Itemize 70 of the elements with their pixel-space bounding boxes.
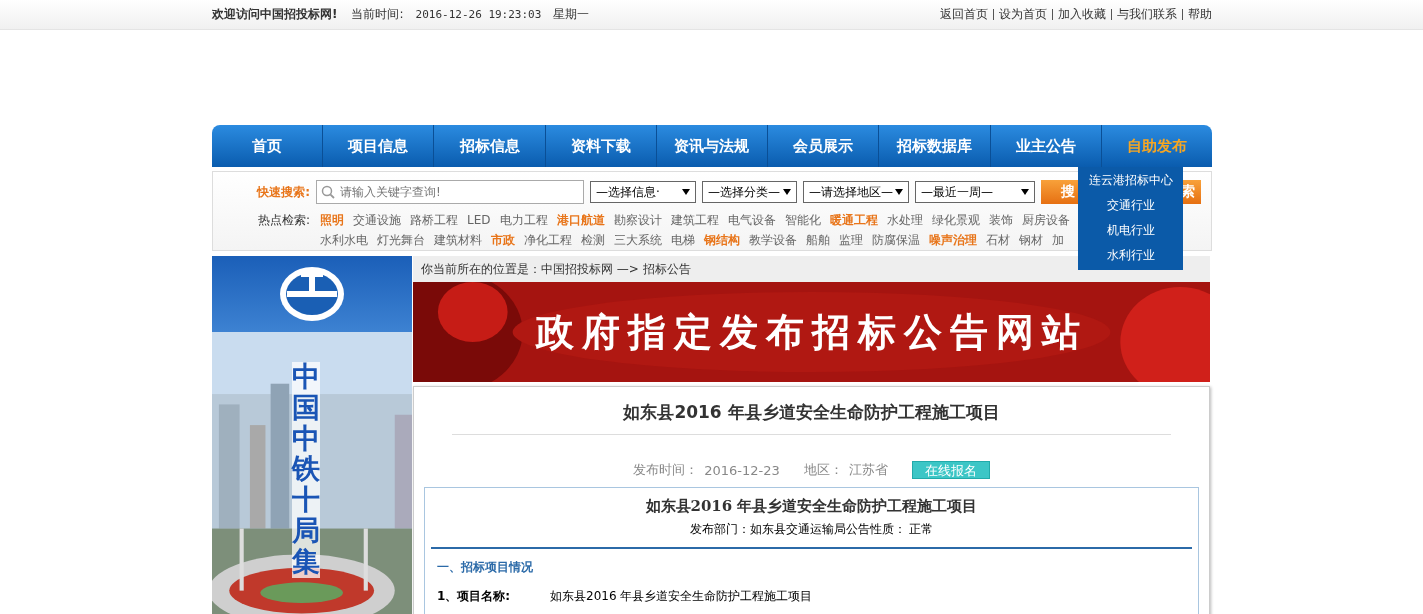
hot-keyword-link[interactable]: 净化工程 [524, 230, 572, 250]
hot-keyword-link[interactable]: 路桥工程 [410, 210, 458, 230]
nav-item[interactable]: 首页 [212, 125, 324, 167]
search-icon [321, 185, 335, 199]
hot-keyword-link[interactable]: 电梯 [671, 230, 695, 250]
weekday: 星期一 [553, 6, 590, 23]
hot-keyword-link[interactable]: 勘察设计 [613, 210, 662, 230]
nav-item[interactable]: 会员展示 [768, 125, 880, 167]
meta-value: 江苏省 [848, 461, 888, 479]
hot-keyword-link[interactable]: 绿化景观 [931, 210, 980, 230]
hot-keyword-link[interactable]: LED [467, 210, 491, 230]
hot-keyword-link[interactable]: 厨房设备 [1021, 210, 1070, 230]
meta-label: 发布时间： [633, 461, 699, 479]
hot-keyword-link[interactable]: 检测 [581, 230, 605, 250]
select-dropdown[interactable]: —选择分类— [702, 181, 797, 203]
hot-keyword-link[interactable]: 装饰 [988, 210, 1013, 230]
section-heading: 一、招标项目情况 [436, 559, 534, 576]
field-label: 1、项目名称: [437, 588, 512, 605]
time-label: 当前时间: [351, 6, 404, 23]
caret-icon [895, 189, 903, 195]
hot-keyword-link[interactable]: 水处理 [886, 210, 923, 230]
dropdown-item[interactable]: 机电行业 [1078, 218, 1183, 243]
dropdown-item[interactable]: 连云港招标中心 [1078, 168, 1183, 193]
hot-keyword-link[interactable]: 电气设备 [727, 210, 776, 230]
hot-keyword-link[interactable]: 智能化 [784, 210, 821, 230]
select-dropdown[interactable]: —最近一周— [915, 181, 1035, 203]
hot-keyword-link[interactable]: 教学设备 [749, 230, 797, 250]
nav-item[interactable]: 招标信息 [434, 125, 546, 167]
field-value: 如东县2016 年县乡道安全生命防护工程施工项目 [550, 588, 813, 605]
vertical-title: 中国中铁十局集 [292, 362, 320, 578]
nav-item[interactable]: 招标数据库 [879, 125, 991, 167]
current-time: 2016-12-26 19:23:03 [415, 8, 542, 21]
hot-keyword-link[interactable]: 建筑工程 [670, 210, 719, 230]
logo-icon [277, 264, 347, 324]
top-link[interactable]: 设为首页 [999, 6, 1047, 23]
nav-item[interactable]: 资料下载 [545, 125, 657, 167]
caret-icon [1021, 189, 1029, 195]
top-link[interactable]: 与我们联系 [1117, 6, 1177, 23]
hot-keyword-link[interactable]: 船舶 [806, 230, 830, 250]
hot-keyword-link[interactable]: 交通设施 [353, 210, 401, 230]
hot-search-label: 热点检索: [256, 212, 310, 229]
caret-icon [682, 189, 690, 195]
hot-keyword-link[interactable]: 钢材 [1019, 230, 1043, 250]
select-dropdown[interactable]: —选择信息· [590, 181, 696, 203]
hot-keyword-link[interactable]: 电力工程 [499, 210, 548, 230]
notice-title: 如东县2016 年县乡道安全生命防护工程施工项目 [644, 496, 979, 516]
caret-icon [783, 189, 791, 195]
top-link[interactable]: 加入收藏 [1058, 6, 1106, 23]
search-field[interactable]: 请输入关键字查询! [316, 180, 584, 204]
hot-keyword-link[interactable]: 灯光舞台 [377, 230, 425, 250]
hot-keyword-link[interactable]: 监理 [839, 230, 863, 250]
nav-item[interactable]: 资讯与法规 [656, 125, 769, 167]
meta-label: 地区： [803, 461, 843, 479]
hot-keyword-link[interactable]: 石材 [986, 230, 1010, 250]
meta-value: 2016-12-23 [704, 462, 780, 478]
welcome-text: 欢迎访问中国招投标网! [212, 6, 338, 23]
hot-keyword-link[interactable]: 防腐保温 [872, 230, 920, 250]
hot-keyword-link[interactable]: 加 [1052, 230, 1064, 250]
banner-title: 政府指定发布招标公告网站 [535, 307, 1088, 356]
select-dropdown[interactable]: —请选择地区— [803, 181, 909, 203]
department-text: 发布部门：如东县交通运输局公告性质： 正常 [431, 516, 1192, 549]
dropdown-item[interactable]: 交通行业 [1078, 193, 1183, 218]
top-link[interactable]: 帮助 [1188, 6, 1212, 23]
hot-keyword-link[interactable]: 水利水电 [320, 230, 368, 250]
hot-keyword-link[interactable]: 三大系统 [614, 230, 662, 250]
top-link[interactable]: 返回首页 [940, 6, 988, 23]
search-label: 快速搜索: [255, 183, 310, 201]
hot-keyword-link[interactable]: 建筑材料 [434, 230, 482, 250]
nav-item[interactable]: 项目信息 [323, 125, 435, 167]
article-title: 如东县2016 年县乡道安全生命防护工程施工项目 [452, 387, 1171, 435]
